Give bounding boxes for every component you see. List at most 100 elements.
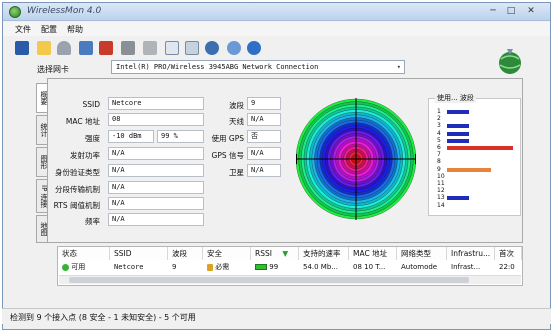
scrollbar-thumb[interactable] <box>69 277 469 283</box>
speed-icon[interactable] <box>57 41 71 55</box>
antenna-label: 天线 <box>229 117 244 126</box>
window-title: WirelessMon 4.0 <box>27 6 102 16</box>
access-point-list: 状态 SSID 波段 安全 RSSI ▼ 支持的速率 MAC 地址 网络类型 I… <box>57 246 523 286</box>
menu-config[interactable]: 配置 <box>41 24 57 35</box>
use-gps-label: 使用 GPS <box>211 134 244 143</box>
col-ssid[interactable]: SSID <box>110 247 168 260</box>
channel-label: 5 <box>437 136 441 144</box>
frequency-field: N/A <box>108 213 204 226</box>
col-first-seen[interactable]: 首次 <box>495 247 522 260</box>
channel-usage-bar <box>447 167 491 172</box>
channel-label: 3 <box>437 122 441 130</box>
satellite-field: N/A <box>247 164 281 177</box>
toolbar <box>3 38 550 60</box>
network-icon[interactable] <box>79 41 93 55</box>
report-icon[interactable] <box>185 41 199 55</box>
channel-label: 7 <box>437 151 441 159</box>
frequency-label: 频率 <box>85 217 100 226</box>
col-network-type[interactable]: 网络类型 <box>397 247 447 260</box>
checklist-icon[interactable] <box>165 41 179 55</box>
col-rssi-label: RSSI <box>255 249 272 258</box>
channel-usage-box: 使用... 波段 1 2 3 4 5 6 7 8 9 10 11 12 13 14 <box>428 93 521 216</box>
channel-usage-bar <box>447 146 513 150</box>
channel-label: 6 <box>437 144 441 151</box>
channel-label: 1 <box>437 108 441 115</box>
available-status-icon <box>62 263 69 271</box>
row-channel: 9 <box>172 263 177 271</box>
channel-label: 10 <box>437 172 445 180</box>
col-rssi[interactable]: RSSI ▼ <box>251 247 299 260</box>
fragmentation-field: N/A <box>108 181 204 194</box>
channel-label: 波段 <box>229 101 244 110</box>
network-globe-icon <box>499 49 521 74</box>
row-first-seen: 22:0 <box>499 263 515 271</box>
disconnect-icon[interactable] <box>99 41 113 55</box>
col-rates[interactable]: 支持的速率 <box>299 247 349 260</box>
mac-label: MAC 地址 <box>65 117 100 126</box>
status-bar: 检测到 9 个接入点 (8 安全 - 1 未知安全) - 5 个可用 <box>2 308 551 324</box>
print-icon[interactable] <box>143 41 157 55</box>
lock-icon <box>207 263 213 271</box>
row-status: 可用 <box>71 263 86 271</box>
minimize-button[interactable]: ─ <box>485 6 501 17</box>
tools-icon[interactable] <box>121 41 135 55</box>
rts-threshold-label: RTS 阈值机制 <box>53 201 100 210</box>
channel-field: 9 <box>247 97 281 110</box>
row-infrastructure: Infrast... <box>451 263 481 271</box>
channel-usage-bar <box>447 138 469 143</box>
strength-dbm-field: -10 dBm <box>108 130 154 143</box>
col-status[interactable]: 状态 <box>58 247 110 260</box>
channel-usage-bar <box>447 110 469 114</box>
strength-pct-field: 99 % <box>157 130 204 143</box>
maximize-button[interactable]: □ <box>503 6 519 17</box>
channel-label: 13 <box>437 194 445 202</box>
signal-bar-icon <box>255 264 267 270</box>
channel-label: 8 <box>437 158 441 166</box>
use-gps-field: 否 <box>247 130 281 143</box>
app-icon <box>9 6 21 18</box>
col-security[interactable]: 安全 <box>203 247 251 260</box>
antenna-field: N/A <box>247 113 281 126</box>
help-icon[interactable] <box>247 41 261 55</box>
row-rssi: 99 <box>269 263 279 271</box>
gps-signal-field: N/A <box>247 147 281 160</box>
save-icon[interactable] <box>15 41 29 55</box>
tx-power-field: N/A <box>108 147 204 160</box>
channel-usage-bar <box>447 131 469 136</box>
ssid-field: Netcore <box>108 97 204 110</box>
satellite-label: 卫星 <box>229 168 244 177</box>
info-icon[interactable] <box>227 41 241 55</box>
channel-label: 9 <box>437 165 441 173</box>
menu-help[interactable]: 帮助 <box>67 24 83 35</box>
row-ssid: Netcore <box>114 263 144 271</box>
row-status-cell: 可用 <box>58 262 110 273</box>
gps-signal-label: GPS 信号 <box>211 151 244 160</box>
channel-label: 4 <box>437 129 441 137</box>
row-network-type: Automode <box>401 263 438 271</box>
rts-threshold-field: N/A <box>108 197 204 210</box>
fragmentation-label: 分段传输机制 <box>55 185 100 194</box>
web-icon[interactable] <box>205 41 219 55</box>
col-infrastructure[interactable]: Infrastru... <box>447 247 495 260</box>
open-folder-icon[interactable] <box>37 41 51 55</box>
horizontal-scrollbar[interactable] <box>59 275 521 284</box>
adapter-select[interactable]: Intel(R) PRO/Wireless 3945ABG Network Co… <box>111 60 405 74</box>
col-channel[interactable]: 波段 <box>168 247 203 260</box>
channel-label: 12 <box>437 187 445 195</box>
tx-power-label: 发射功率 <box>70 151 100 160</box>
status-text: 检测到 9 个接入点 (8 安全 - 1 未知安全) - 5 个可用 <box>10 313 196 322</box>
sort-descending-icon: ▼ <box>282 249 289 258</box>
menu-bar: 文件 配置 帮助 <box>3 22 550 36</box>
close-button[interactable]: ✕ <box>523 6 539 17</box>
ssid-label: SSID <box>82 100 100 109</box>
menu-file[interactable]: 文件 <box>15 24 31 35</box>
signal-strength-radar <box>296 98 416 220</box>
channel-label: 2 <box>437 115 441 123</box>
channel-usage-bar <box>447 196 469 201</box>
row-mac: 08 10 T... <box>353 263 386 271</box>
row-security: 必需 <box>215 263 230 271</box>
col-mac[interactable]: MAC 地址 <box>349 247 397 260</box>
row-rates: 54.0 Mb... <box>303 263 338 271</box>
channel-usage-title: 使用... 波段 <box>435 93 476 103</box>
auth-type-field: N/A <box>108 164 204 177</box>
